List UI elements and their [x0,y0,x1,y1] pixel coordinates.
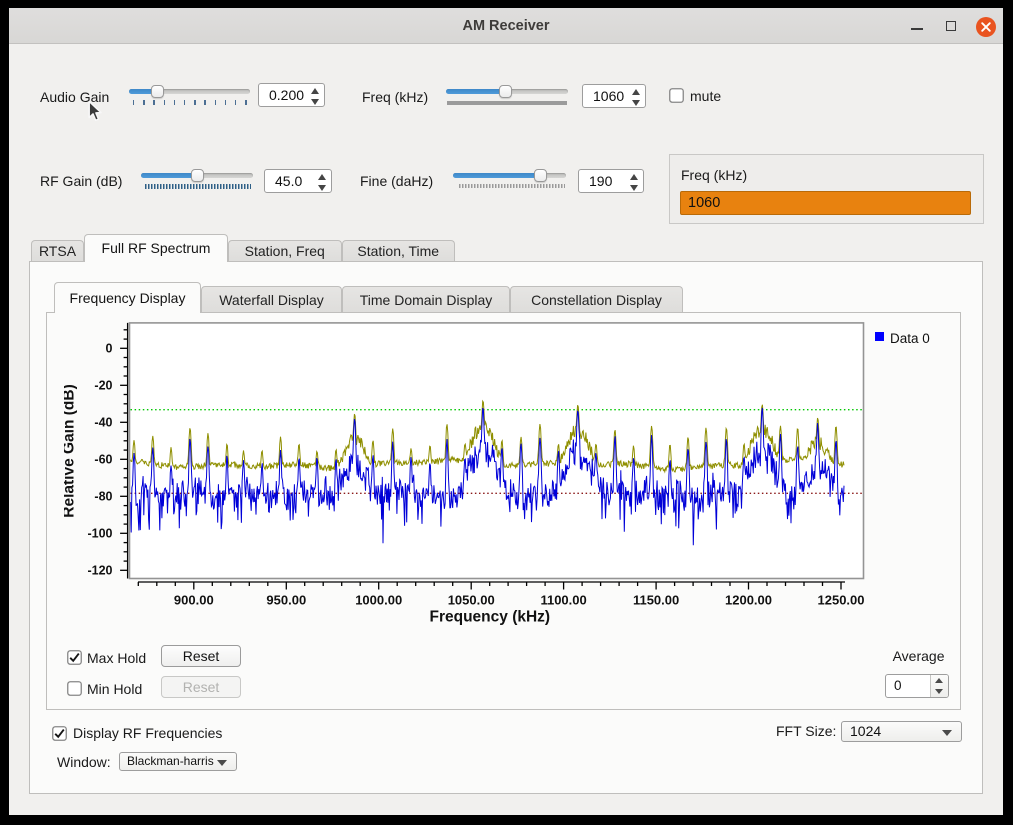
svg-text:-20: -20 [94,379,112,393]
svg-text:950.00: 950.00 [266,592,306,607]
svg-text:1100.00: 1100.00 [540,592,586,607]
svg-text:Relative Gain (dB): Relative Gain (dB) [64,384,78,518]
svg-text:-100: -100 [87,527,112,541]
svg-text:Frequency (kHz): Frequency (kHz) [430,609,551,626]
svg-text:-60: -60 [94,453,112,467]
svg-text:-40: -40 [94,416,112,430]
svg-text:1200.00: 1200.00 [725,592,772,607]
svg-text:1050.00: 1050.00 [448,592,495,607]
svg-text:0: 0 [106,342,113,356]
svg-text:900.00: 900.00 [174,592,214,607]
svg-text:1250.00: 1250.00 [818,592,865,607]
svg-text:-80: -80 [94,490,112,504]
svg-text:1150.00: 1150.00 [633,592,679,607]
svg-text:1000.00: 1000.00 [355,592,402,607]
svg-text:Data 0: Data 0 [890,331,930,346]
svg-text:-120: -120 [87,564,112,578]
